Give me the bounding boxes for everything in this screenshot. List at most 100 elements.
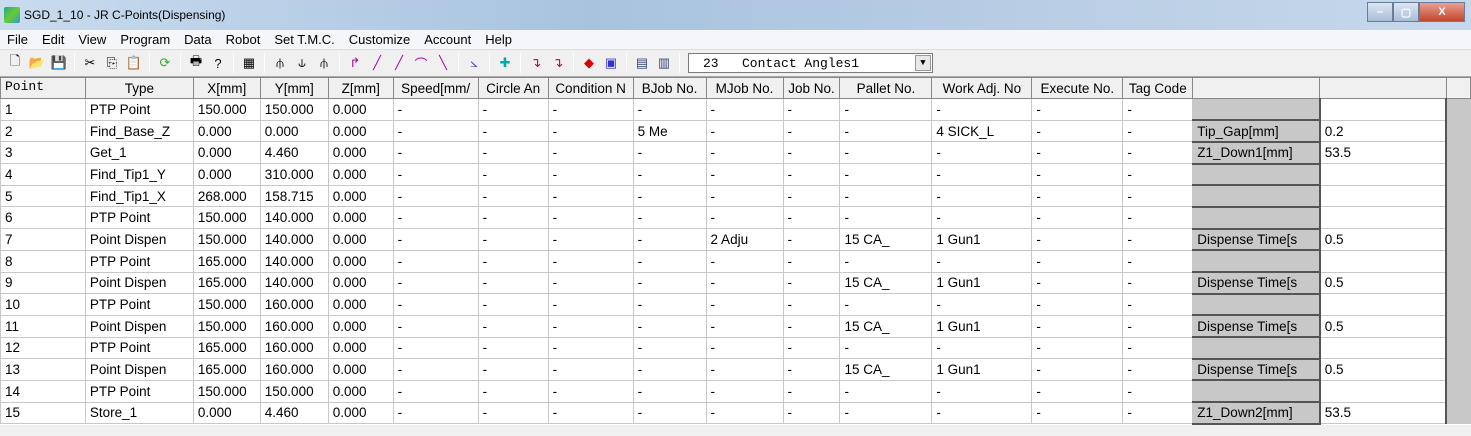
table-cell[interactable]: - (477, 119, 549, 143)
table-cell[interactable]: 0.000 (327, 358, 394, 381)
parameter-value[interactable] (1318, 206, 1447, 230)
table-cell[interactable]: 1 Gun1 (931, 228, 1033, 251)
parameter-label[interactable] (1192, 336, 1321, 360)
table-cell[interactable]: - (705, 119, 784, 143)
table-cell[interactable]: - (547, 271, 634, 295)
table-cell[interactable]: - (547, 358, 634, 381)
table-cell[interactable]: - (1031, 184, 1124, 208)
table-cell[interactable]: - (782, 249, 841, 273)
table-cell[interactable]: 268.000 (192, 184, 261, 208)
table-cell[interactable]: 150.000 (192, 293, 261, 316)
line-passing-icon[interactable]: ╱ (390, 54, 408, 72)
table-cell[interactable]: - (632, 249, 707, 273)
table-row[interactable]: 7 Point Dispen 150.000 140.000 0.000- - - -2 Ad… (0, 228, 1471, 252)
column-header[interactable]: Z[mm] (327, 77, 394, 99)
table-cell[interactable]: Point Dispen (84, 314, 194, 338)
table-cell[interactable]: - (839, 249, 933, 273)
table-cell[interactable]: - (705, 314, 784, 338)
table-cell[interactable]: - (839, 401, 933, 425)
column-header[interactable] (1319, 77, 1447, 99)
table-cell[interactable]: 0.000 (327, 163, 394, 186)
table-cell[interactable]: - (705, 271, 784, 295)
table-cell[interactable]: - (477, 206, 549, 230)
parameter-value[interactable] (1318, 336, 1447, 360)
table-cell[interactable]: 150.000 (192, 206, 261, 230)
table-cell[interactable]: - (1031, 336, 1124, 360)
table-row[interactable]: 12 PTP Point 165.000 160.000 0.000- - - - - - - - - - (0, 336, 1471, 360)
table-cell[interactable]: 0.000 (327, 314, 394, 338)
table-cell[interactable]: Point Dispen (84, 228, 194, 251)
menu-item-robot[interactable]: Robot (219, 32, 268, 47)
menu-item-file[interactable]: File (0, 32, 35, 47)
table-cell[interactable]: - (1031, 271, 1124, 295)
table-cell[interactable]: Store_1 (84, 401, 194, 425)
column-header[interactable]: Job No. (782, 77, 841, 99)
table-cell[interactable]: - (1122, 98, 1194, 121)
copy-icon[interactable]: ⎘ (103, 54, 121, 72)
table-cell[interactable]: 0.000 (327, 336, 394, 360)
table-cell[interactable]: - (782, 206, 841, 230)
table-cell[interactable]: - (1031, 293, 1124, 316)
table-cell[interactable]: 140.000 (259, 228, 329, 251)
parameter-value[interactable]: 0.2 (1318, 119, 1447, 143)
table-cell[interactable]: 14 (0, 379, 86, 403)
table-row[interactable]: 4 Find_Tip1_Y 0.000 310.000 0.000- - - - - - - - - - (0, 163, 1471, 187)
line-start-icon[interactable]: ╱ (368, 54, 386, 72)
table-row[interactable]: 9 Point Dispen 165.000 140.000 0.000- - - - - -15… (0, 271, 1471, 295)
table-cell[interactable]: - (931, 249, 1033, 273)
parameter-value[interactable]: 53.5 (1318, 141, 1447, 165)
table-cell[interactable]: - (632, 379, 707, 403)
table-cell[interactable]: - (705, 401, 784, 425)
table-cell[interactable]: - (392, 141, 479, 165)
table-row[interactable]: 14 PTP Point 150.000 150.000 0.000- - - - - - - - - - (0, 379, 1471, 404)
table-cell[interactable]: - (1122, 336, 1194, 360)
table-cell[interactable]: - (839, 206, 933, 230)
table-cell[interactable]: - (1122, 206, 1194, 230)
table-cell[interactable]: - (1031, 206, 1124, 230)
table-cell[interactable]: PTP Point (84, 249, 194, 273)
table-cell[interactable]: 0.000 (327, 184, 394, 208)
table-cell[interactable]: - (782, 271, 841, 295)
menu-item-settmc[interactable]: Set T.M.C. (267, 32, 341, 47)
table-cell[interactable]: - (477, 379, 549, 403)
table-cell[interactable]: 1 Gun1 (931, 314, 1033, 338)
point-delete-icon[interactable]: ⫛ (315, 54, 333, 72)
table-cell[interactable]: - (839, 336, 933, 360)
table-cell[interactable]: - (705, 98, 784, 121)
table-cell[interactable]: 160.000 (259, 336, 329, 360)
cut-icon[interactable]: ✂ (81, 54, 99, 72)
paste-icon[interactable]: 📋 (125, 54, 143, 72)
table-cell[interactable]: - (705, 336, 784, 360)
table-cell[interactable]: - (705, 141, 784, 165)
table-cell[interactable]: - (1122, 271, 1194, 295)
table-cell[interactable]: - (477, 358, 549, 381)
menu-item-program[interactable]: Program (113, 32, 177, 47)
table-cell[interactable]: - (931, 401, 1033, 425)
table-cell[interactable]: - (839, 119, 933, 143)
table-cell[interactable]: 9 (0, 271, 86, 295)
table-cell[interactable]: 0.000 (192, 119, 261, 143)
close-button[interactable]: X (1419, 2, 1465, 22)
delete-table-icon[interactable]: ▥ (655, 54, 673, 72)
table-cell[interactable]: 11 (0, 314, 86, 338)
menu-item-account[interactable]: Account (417, 32, 478, 47)
table-cell[interactable]: - (1031, 163, 1124, 186)
table-cell[interactable]: - (931, 141, 1033, 165)
minimize-button[interactable]: – (1367, 2, 1393, 22)
parameter-value[interactable] (1318, 163, 1447, 186)
table-cell[interactable]: - (392, 119, 479, 143)
table-cell[interactable]: 150.000 (259, 98, 329, 121)
table-cell[interactable]: 0.000 (192, 401, 261, 425)
parameter-label[interactable] (1192, 206, 1321, 230)
table-cell[interactable]: - (782, 314, 841, 338)
table-cell[interactable]: 0.000 (192, 163, 261, 186)
parameter-value[interactable] (1318, 184, 1447, 208)
table-cell[interactable]: - (547, 228, 634, 251)
new-table-icon[interactable]: ▤ (633, 54, 651, 72)
edit-table-icon[interactable]: ▦ (240, 54, 258, 72)
table-cell[interactable]: - (547, 184, 634, 208)
table-row[interactable]: 1 PTP Point 150.000 150.000 0.000- - - - - - - - - - (0, 98, 1471, 122)
table-row[interactable]: 13 Point Dispen 165.000 160.000 0.000- - - - - -1… (0, 358, 1471, 382)
program-select[interactable]: 23 Contact Angles1 ▼ (688, 53, 933, 73)
table-cell[interactable]: 140.000 (259, 206, 329, 230)
